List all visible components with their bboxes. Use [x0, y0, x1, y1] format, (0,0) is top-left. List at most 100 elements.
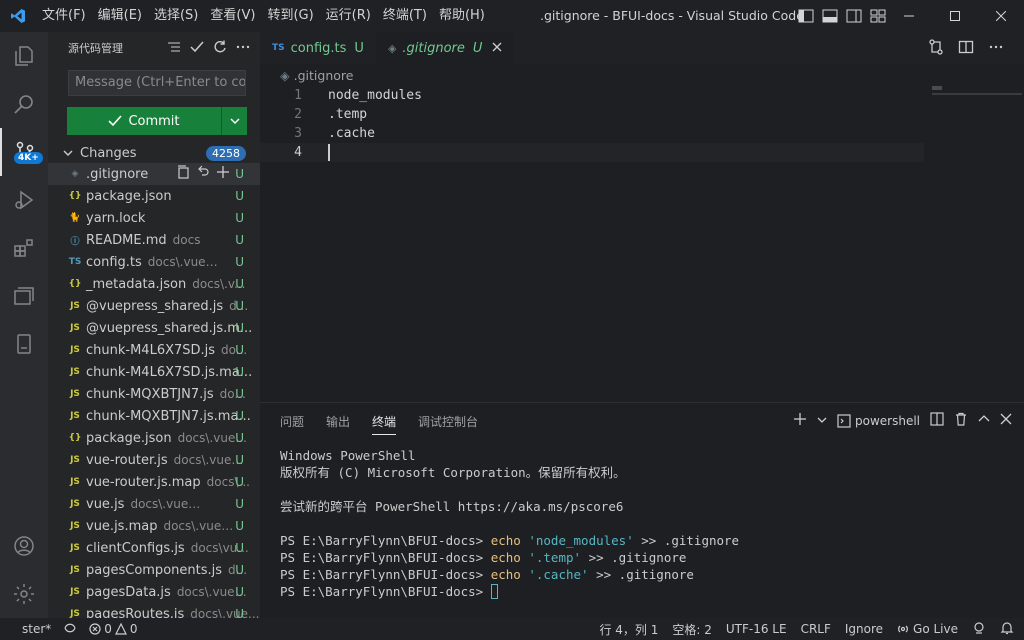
changed-file-item[interactable]: JS pagesRoutes.js docs\.vue... U [48, 603, 260, 619]
cursor-position[interactable]: 行 4，列 1 [599, 621, 658, 638]
changed-file-item[interactable]: ⓘ README.md docs U [48, 229, 260, 251]
menu-item[interactable]: 查看(V) [204, 0, 261, 32]
changed-file-item[interactable]: JS chunk-MQXBTJN7.js do... U [48, 383, 260, 405]
maximize-panel-icon[interactable] [978, 413, 990, 428]
device-icon[interactable] [0, 320, 48, 368]
changed-file-item[interactable]: JS vue.js docs\.vuepress\ca... U [48, 493, 260, 515]
run-debug-icon[interactable] [0, 176, 48, 224]
changed-file-item[interactable]: {} package.json U [48, 185, 260, 207]
commit-dropdown-button[interactable] [222, 107, 247, 135]
terminal-output[interactable]: Windows PowerShell 版权所有 (C) Microsoft Co… [280, 447, 739, 600]
command-rest: >> .gitignore [588, 567, 694, 582]
encoding[interactable]: UTF-16 LE [726, 622, 787, 636]
changed-file-item[interactable]: JS @vuepress_shared.js d... U [48, 295, 260, 317]
menu-item[interactable]: 转到(G) [261, 0, 319, 32]
problems-item[interactable]: 0 0 [89, 622, 138, 636]
more-actions-icon[interactable] [988, 39, 1004, 59]
refresh-icon[interactable] [213, 40, 227, 57]
changed-file-item[interactable]: JS clientConfigs.js docs\vu... U [48, 537, 260, 559]
remote-explorer-icon[interactable] [0, 272, 48, 320]
terminal-shell-selector[interactable]: powershell [837, 414, 920, 428]
toggle-secondary-sidebar-icon[interactable] [845, 7, 863, 25]
file-name: chunk-MQXBTJN7.js [86, 386, 214, 402]
commit-message-input[interactable]: Message (Ctrl+Enter to co... [68, 70, 246, 96]
close-panel-icon[interactable] [1000, 413, 1012, 428]
changed-file-item[interactable]: {} _metadata.json docs\.v... U [48, 273, 260, 295]
minimize-icon[interactable] [886, 0, 932, 32]
stage-changes-icon[interactable] [216, 165, 230, 183]
menu-item[interactable]: 帮助(H) [433, 0, 491, 32]
tab-status: U [472, 40, 483, 56]
menu-item[interactable]: 文件(F) [36, 0, 92, 32]
file-type-icon: JS [70, 345, 80, 355]
status-bar: ster* 0 0 行 4，列 1 空格: 2 UTF-16 LE CRLF I… [0, 618, 1024, 640]
commit-check-icon[interactable] [190, 40, 204, 57]
branch-item[interactable]: ster* [22, 622, 51, 636]
split-editor-icon[interactable] [958, 39, 974, 59]
tab-problems[interactable]: 问题 [280, 413, 304, 435]
tab-gitignore[interactable]: ◈ .gitignore U [375, 32, 515, 64]
close-tab-icon[interactable] [492, 41, 502, 56]
menu-item[interactable]: 运行(R) [320, 0, 377, 32]
open-changes-icon[interactable] [928, 39, 944, 59]
end-of-line[interactable]: CRLF [801, 622, 831, 636]
split-terminal-icon[interactable] [930, 412, 944, 429]
extensions-icon[interactable] [0, 224, 48, 272]
changed-file-item[interactable]: JS pagesData.js docs\.vuep... U [48, 581, 260, 603]
changed-file-item[interactable]: ◈ .gitignore U [48, 163, 260, 185]
changed-file-item[interactable]: JS @vuepress_shared.js.m... U [48, 317, 260, 339]
discard-changes-icon[interactable] [196, 165, 210, 183]
sync-icon[interactable] [63, 622, 77, 637]
tab-output[interactable]: 输出 [326, 413, 350, 435]
changed-file-item[interactable]: JS pagesComponents.js d... U [48, 559, 260, 581]
text-cursor [328, 144, 330, 161]
changed-file-item[interactable]: JS chunk-M4L6X7SD.js do... U [48, 339, 260, 361]
code-line: 1 node_modules [260, 86, 1024, 105]
menu-item[interactable]: 选择(S) [148, 0, 204, 32]
panel-actions: powershell [793, 412, 1012, 429]
customize-layout-icon[interactable] [869, 7, 887, 25]
changed-file-item[interactable]: JS chunk-MQXBTJN7.js.ma... U [48, 405, 260, 427]
changed-file-item[interactable]: JS vue.js.map docs\.vuepre...U [48, 515, 260, 537]
go-live-button[interactable]: Go Live [897, 622, 958, 636]
language-mode[interactable]: Ignore [845, 622, 883, 636]
notifications-bell-icon[interactable] [1000, 621, 1014, 638]
explorer-icon[interactable] [0, 32, 48, 80]
file-type-icon: JS [70, 455, 80, 465]
tab-config-ts[interactable]: TS config.ts U [260, 32, 376, 64]
chevron-down-icon[interactable] [817, 414, 827, 428]
menu-item[interactable]: 终端(T) [377, 0, 433, 32]
toggle-panel-icon[interactable] [821, 7, 839, 25]
accounts-icon[interactable] [0, 522, 48, 570]
changed-file-item[interactable]: TS config.ts docs\.vuepress U [48, 251, 260, 273]
minimap[interactable] [932, 86, 942, 90]
trash-icon[interactable] [954, 412, 968, 429]
open-file-icon[interactable] [176, 165, 190, 183]
changes-section-header[interactable]: Changes 4258 [48, 142, 260, 164]
feedback-icon[interactable] [972, 621, 986, 638]
minimap-slider[interactable] [932, 93, 1022, 95]
toggle-primary-sidebar-icon[interactable] [797, 7, 815, 25]
maximize-icon[interactable] [932, 0, 978, 32]
new-terminal-icon[interactable] [793, 412, 807, 429]
changed-file-item[interactable]: {} package.json docs\.vue... U [48, 427, 260, 449]
indentation[interactable]: 空格: 2 [672, 621, 712, 638]
breadcrumb[interactable]: ◈ .gitignore [280, 68, 353, 83]
changed-file-item[interactable]: 🐈 yarn.lock U [48, 207, 260, 229]
changed-file-item[interactable]: JS vue-router.js.map docs\... U [48, 471, 260, 493]
search-icon[interactable] [0, 80, 48, 128]
commit-button[interactable]: Commit [67, 107, 222, 135]
menu-item[interactable]: 编辑(E) [92, 0, 148, 32]
view-as-tree-icon[interactable] [167, 40, 181, 57]
breadcrumb-file[interactable]: .gitignore [294, 68, 354, 83]
title-bar: 文件(F) 编辑(E) 选择(S) 查看(V) 转到(G) 运行(R) 终端(T) 帮助(H)… [0, 0, 1024, 32]
changed-file-item[interactable]: JS vue-router.js docs\.vuep... U [48, 449, 260, 471]
code-editor[interactable]: 1 node_modules 2 .temp 3 .cache 4 [260, 86, 1024, 396]
close-icon[interactable] [978, 0, 1024, 32]
changed-file-item[interactable]: JS chunk-M4L6X7SD.js.ma... U [48, 361, 260, 383]
manage-gear-icon[interactable] [0, 570, 48, 618]
tab-debug-console[interactable]: 调试控制台 [418, 413, 478, 435]
tab-terminal[interactable]: 终端 [372, 413, 397, 435]
bottom-panel: 问题 输出 终端 调试控制台 powershell Windows PowerS… [260, 402, 1024, 618]
more-actions-icon[interactable] [236, 40, 250, 57]
